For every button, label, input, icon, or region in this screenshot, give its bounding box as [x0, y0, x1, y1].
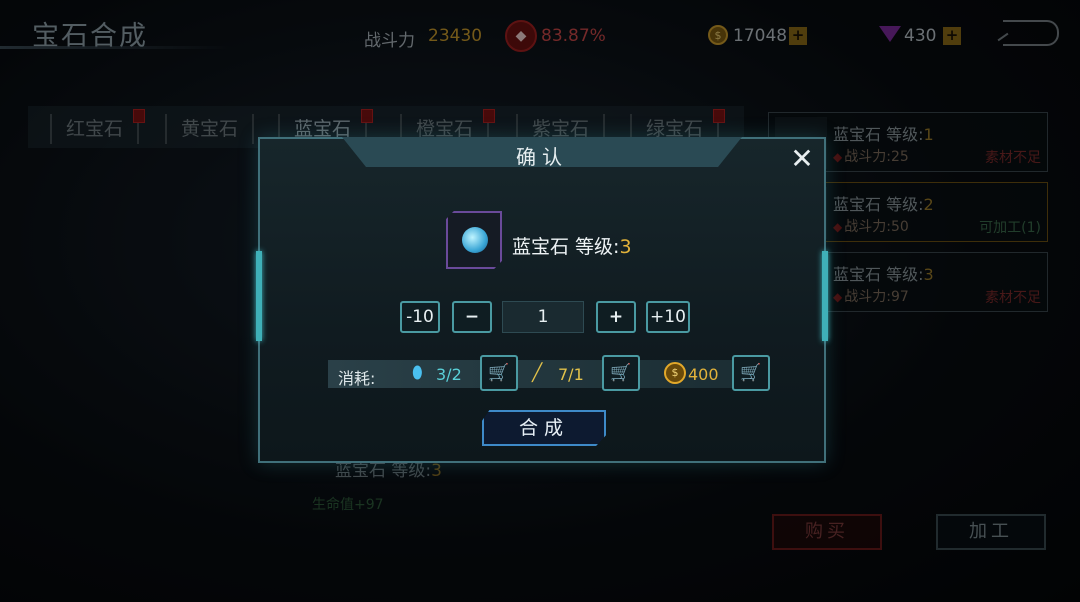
- confirm-craft-button[interactable]: 合成: [482, 410, 606, 446]
- cart-icon[interactable]: 🛒: [732, 355, 770, 391]
- dialog-header: 确认: [342, 137, 742, 167]
- tool-icon: ╱: [532, 363, 543, 383]
- cart-icon[interactable]: 🛒: [602, 355, 640, 391]
- dialog-title: 确认: [516, 145, 568, 169]
- item-name: 蓝宝石 等级:3: [512, 236, 632, 258]
- minus-ten-button[interactable]: -10: [400, 301, 440, 333]
- cost-gem-count: 3/2: [436, 365, 462, 384]
- cost-coin-count: 400: [688, 365, 719, 384]
- blue-gem-icon: ⬮: [412, 363, 423, 383]
- close-icon[interactable]: ✕: [788, 145, 816, 173]
- left-edge-light: [256, 251, 262, 341]
- cart-icon[interactable]: 🛒: [480, 355, 518, 391]
- minus-button[interactable]: −: [452, 301, 492, 333]
- blue-gem-icon: [462, 227, 488, 253]
- coin-icon: $: [664, 362, 686, 384]
- right-edge-light: [822, 251, 828, 341]
- cost-tool-count: 7/1: [558, 365, 584, 384]
- plus-button[interactable]: +: [596, 301, 636, 333]
- item-slot: [446, 211, 502, 269]
- quantity-field[interactable]: 1: [502, 301, 584, 333]
- confirm-dialog: 确认 ✕ 蓝宝石 等级:3 -10 − 1 + +10 消耗: ⬮ 3/2 🛒 …: [256, 137, 828, 463]
- game-screen: 宝石合成 战斗力 23430 ◆ 83.87% $ 17048 + 430 + …: [0, 0, 1080, 602]
- cost-label: 消耗:: [338, 369, 376, 388]
- plus-ten-button[interactable]: +10: [646, 301, 690, 333]
